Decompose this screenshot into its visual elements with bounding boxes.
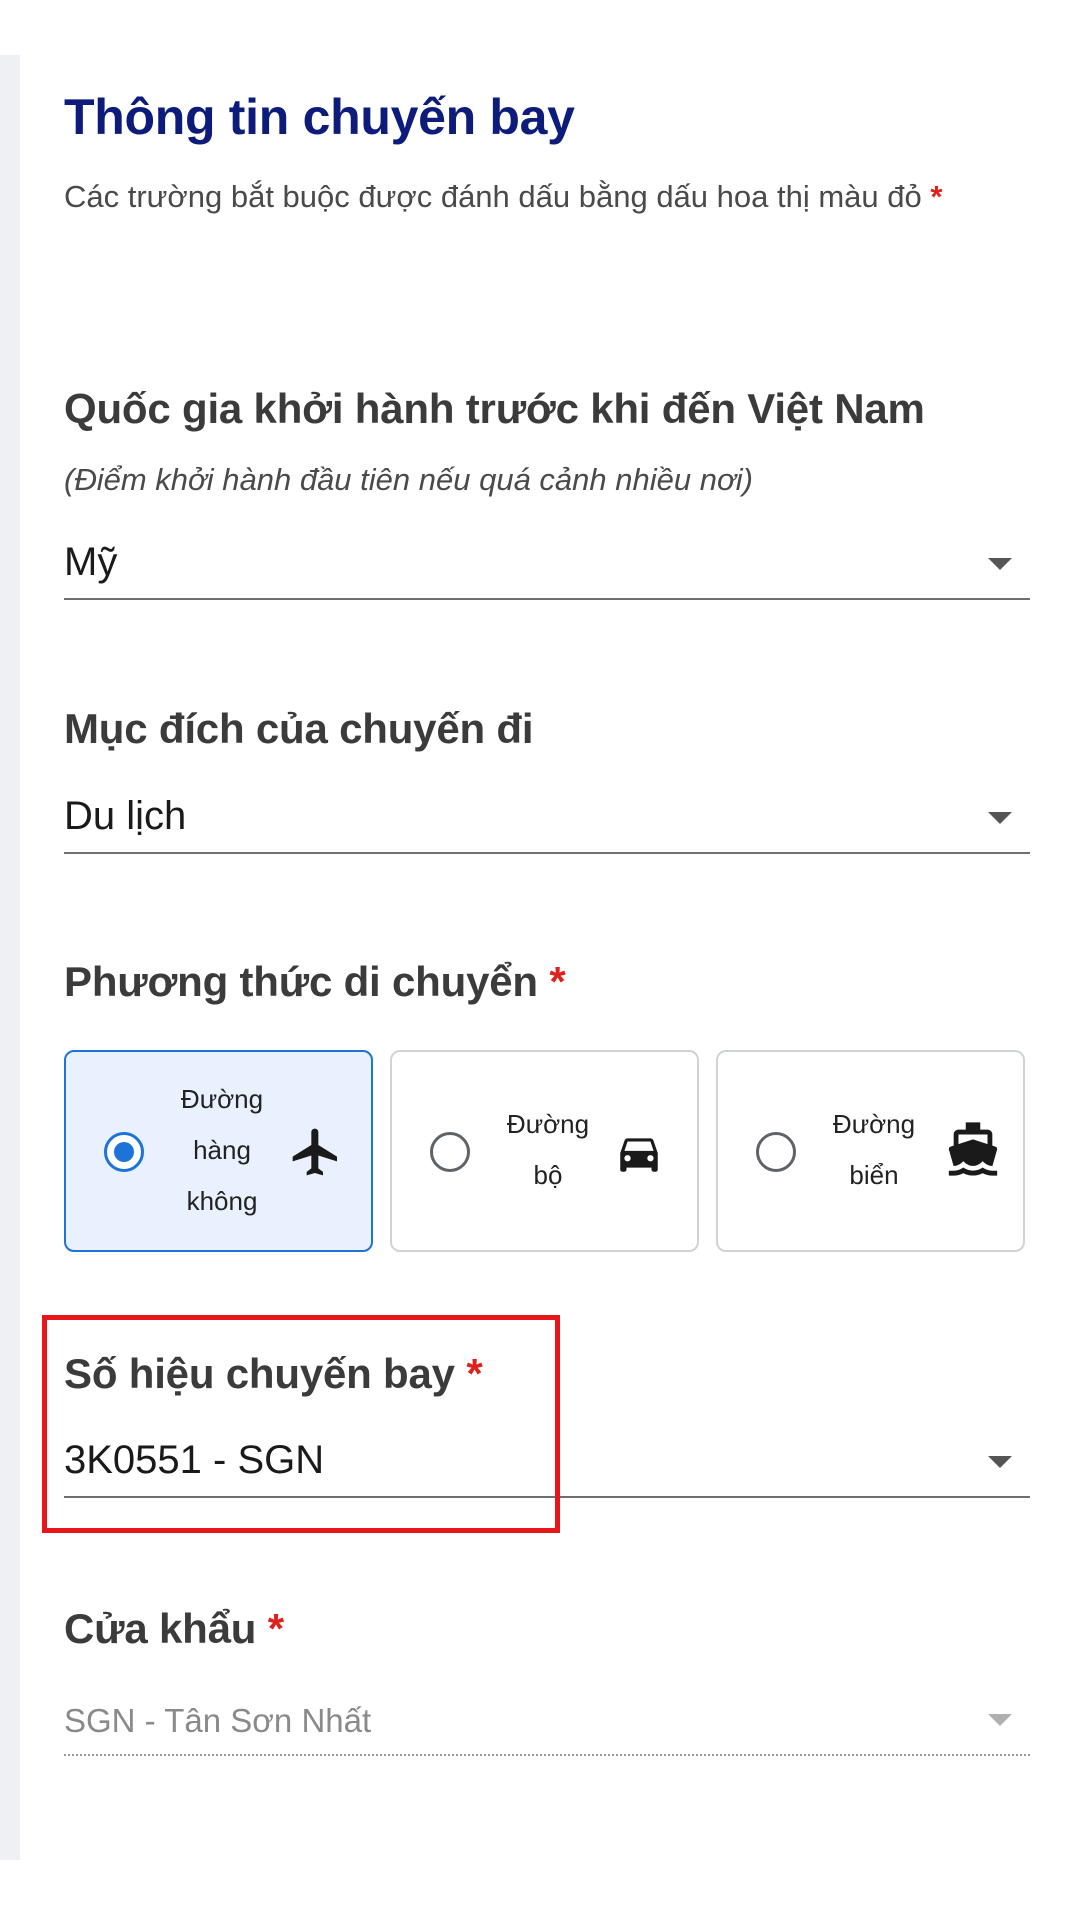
- departure-country-value: Mỹ: [64, 540, 118, 584]
- page-background-strip: [0, 55, 20, 1860]
- radio-button-road[interactable]: [430, 1132, 470, 1172]
- required-star: *: [930, 179, 943, 214]
- travel-mode-label-text: Phương thức di chuyển: [64, 958, 538, 1005]
- radio-button-sea[interactable]: [756, 1132, 796, 1172]
- border-gate-select: SGN - Tân Sơn Nhất: [64, 1690, 1030, 1756]
- border-gate-value: SGN - Tân Sơn Nhất: [64, 1702, 372, 1739]
- trip-purpose-value: Du lịch: [64, 794, 187, 838]
- section-title: Thông tin chuyến bay: [64, 89, 575, 145]
- travel-mode-option-road[interactable]: Đường bộ: [390, 1050, 699, 1252]
- chevron-down-icon: [988, 812, 1012, 824]
- required-star: *: [267, 1605, 284, 1652]
- departure-country-label: Quốc gia khởi hành trước khi đến Việt Na…: [64, 385, 925, 432]
- trip-purpose-select[interactable]: Du lịch: [64, 788, 1030, 854]
- travel-mode-option-sea[interactable]: Đường biển: [716, 1050, 1025, 1252]
- departure-country-select[interactable]: Mỹ: [64, 534, 1030, 600]
- flight-number-label-text: Số hiệu chuyến bay: [64, 1350, 455, 1397]
- flight-number-select[interactable]: 3K0551 - SGN: [64, 1432, 1030, 1498]
- travel-mode-option-label: Đường bộ: [506, 1109, 590, 1190]
- chevron-down-icon: [988, 558, 1012, 570]
- ship-icon: [948, 1122, 998, 1176]
- required-note-text: Các trường bắt buộc được đánh dấu bằng d…: [64, 179, 922, 214]
- departure-country-hint: (Điểm khởi hành đầu tiên nếu quá cảnh nh…: [64, 462, 753, 497]
- border-gate-label-text: Cửa khẩu: [64, 1605, 257, 1652]
- radio-button-air[interactable]: [104, 1132, 144, 1172]
- chevron-down-icon: [988, 1456, 1012, 1468]
- page-bottom: [0, 1860, 1080, 1920]
- flight-number-value: 3K0551 - SGN: [64, 1438, 325, 1482]
- border-gate-label: Cửa khẩu *: [64, 1605, 284, 1653]
- travel-mode-option-air[interactable]: Đường hàng không: [64, 1050, 373, 1252]
- airplane-icon: [292, 1128, 337, 1176]
- radio-selected-dot: [114, 1142, 134, 1162]
- trip-purpose-label: Mục đích của chuyến đi: [64, 705, 534, 752]
- required-star: *: [549, 958, 566, 1005]
- travel-mode-label: Phương thức di chuyển *: [64, 958, 566, 1006]
- chevron-down-icon: [988, 1714, 1012, 1726]
- required-star: *: [466, 1350, 483, 1397]
- car-icon: [620, 1138, 658, 1172]
- travel-mode-option-label: Đường biển: [832, 1109, 916, 1190]
- required-fields-note: Các trường bắt buộc được đánh dấu bằng d…: [64, 168, 1024, 226]
- flight-number-label: Số hiệu chuyến bay *: [64, 1350, 483, 1398]
- travel-mode-option-label: Đường hàng không: [180, 1084, 264, 1216]
